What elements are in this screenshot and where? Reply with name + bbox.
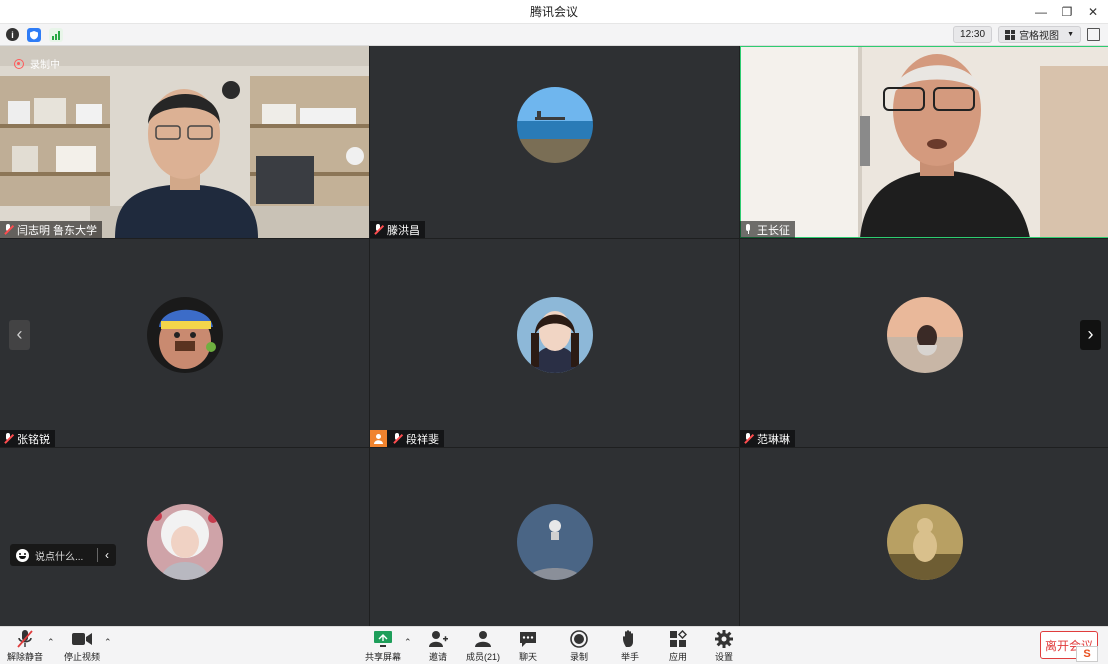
fullscreen-icon[interactable] [1087, 28, 1100, 41]
participant-name-tag: 范琳琳 [740, 430, 795, 447]
emoji-icon[interactable] [16, 548, 29, 562]
chevron-down-icon: ▼ [1067, 31, 1074, 38]
participant-name: 范琳琳 [757, 433, 790, 446]
view-mode-label: 宫格视图 [1019, 31, 1060, 42]
shield-icon[interactable] [27, 27, 41, 42]
apps-button[interactable]: 应用 [655, 629, 701, 663]
participant-name: 张铭锐 [17, 433, 50, 446]
participant-avatar [887, 296, 963, 373]
participant-name: 滕洪昌 [387, 224, 420, 237]
video-tile[interactable] [370, 448, 739, 628]
settings-label: 设置 [714, 652, 733, 662]
settings-button[interactable]: 设置 [701, 629, 747, 663]
chat-quick-input[interactable]: 说点什么... ‹ [10, 544, 116, 566]
bottom-toolbar: 解除静音 ⌃ 停止视频 ⌃ 共享屏幕 ⌃ 邀请 成员(21) 聊天 录制 举手 … [0, 626, 1108, 664]
participant-name-tag: 张铭锐 [0, 430, 55, 447]
video-tile[interactable] [740, 448, 1108, 628]
participant-name: 闫志明 鲁东大学 [17, 224, 98, 237]
unmute-button[interactable]: 解除静音 [2, 629, 48, 663]
video-tile[interactable]: 段祥斐 [370, 239, 739, 447]
record-label: 录制 [569, 652, 588, 662]
participant-name: 段祥斐 [406, 433, 439, 446]
stop-video-label: 停止视频 [63, 652, 100, 662]
chat-icon [519, 629, 537, 649]
chevron-left-icon[interactable]: ‹ [98, 548, 116, 562]
video-tile[interactable] [0, 448, 369, 628]
participant-video [740, 46, 1108, 238]
stop-video-button[interactable]: 停止视频 [59, 629, 105, 663]
video-tile[interactable]: › 范琳琳 [740, 239, 1108, 447]
mic-icon [743, 224, 754, 235]
chevron-up-icon[interactable]: ⌃ [104, 637, 112, 648]
chat-label: 聊天 [518, 652, 537, 662]
record-dot-icon [14, 58, 24, 69]
chevron-up-icon[interactable]: ⌃ [404, 637, 412, 648]
chat-placeholder[interactable]: 说点什么... [35, 548, 83, 563]
restore-icon[interactable]: ❐ [1060, 5, 1074, 19]
share-screen-button[interactable]: 共享屏幕 [360, 629, 406, 663]
participant-avatar [516, 503, 593, 580]
meeting-info-bar: i 12:30 宫格视图 ▼ [0, 24, 1108, 46]
window-title: 腾讯会议 [529, 5, 578, 19]
participant-avatar [146, 503, 223, 580]
gear-icon [715, 629, 733, 649]
share-screen-icon [373, 629, 393, 649]
video-tile[interactable]: 王长征 [740, 46, 1108, 238]
close-icon[interactable]: ✕ [1086, 5, 1100, 19]
video-tile[interactable]: 录制中 闫志明 鲁东大学 [0, 46, 369, 238]
mic-muted-icon [3, 224, 14, 235]
info-icon[interactable]: i [6, 28, 19, 41]
invite-button[interactable]: 邀请 [415, 629, 461, 663]
recording-label: 录制中 [30, 60, 60, 71]
members-icon [473, 629, 493, 649]
participant-name-tag: 闫志明 鲁东大学 [0, 221, 103, 238]
participant-name-tag: 王长征 [740, 221, 795, 238]
host-icon [370, 430, 387, 447]
participant-avatar [516, 296, 593, 373]
previous-page-button[interactable]: ‹ [9, 319, 30, 350]
video-grid: 录制中 闫志明 鲁东大学 滕洪昌 王长征 ‹ 张铭锐 段祥斐 › 范琳琳 [0, 46, 1108, 628]
mic-muted-icon [392, 433, 403, 444]
apps-icon [669, 629, 687, 649]
members-button[interactable]: 成员(21) [460, 629, 506, 663]
next-page-button[interactable]: › [1080, 319, 1101, 350]
participant-avatar [146, 296, 223, 373]
share-screen-label: 共享屏幕 [364, 652, 401, 662]
participant-avatar [887, 503, 963, 580]
participant-name-tag: 滕洪昌 [370, 221, 425, 238]
hand-icon [622, 629, 638, 649]
participant-video [0, 46, 369, 238]
recording-indicator: 录制中 [14, 56, 60, 71]
minimize-icon[interactable]: — [1034, 5, 1048, 19]
unmute-label: 解除静音 [6, 652, 43, 662]
invite-label: 邀请 [428, 652, 447, 662]
participant-avatar [516, 86, 593, 163]
title-bar: 腾讯会议 — ❐ ✕ [0, 0, 1108, 24]
video-tile[interactable]: 滕洪昌 [370, 46, 739, 238]
video-tile[interactable]: ‹ 张铭锐 [0, 239, 369, 447]
meeting-timer: 12:30 [953, 26, 993, 43]
view-mode-button[interactable]: 宫格视图 ▼ [998, 26, 1081, 43]
camera-icon [72, 629, 92, 649]
mic-muted-icon [743, 433, 754, 444]
network-signal-icon[interactable] [49, 27, 63, 42]
apps-label: 应用 [668, 652, 687, 662]
raise-hand-label: 举手 [620, 652, 639, 662]
chat-button[interactable]: 聊天 [505, 629, 551, 663]
participant-name-tag: 段祥斐 [370, 430, 444, 447]
window-controls: — ❐ ✕ [1034, 0, 1100, 24]
grid-view-icon [1005, 29, 1016, 40]
add-user-icon [428, 629, 448, 649]
mic-muted-icon [3, 433, 14, 444]
record-button[interactable]: 录制 [556, 629, 602, 663]
mic-muted-icon [16, 629, 34, 649]
record-icon [570, 629, 588, 649]
mic-muted-icon [373, 224, 384, 235]
members-label: 成员(21) [465, 652, 500, 662]
raise-hand-button[interactable]: 举手 [607, 629, 653, 663]
chevron-up-icon[interactable]: ⌃ [47, 637, 55, 648]
participant-name: 王长征 [757, 224, 790, 237]
input-method-icon[interactable]: S [1076, 646, 1098, 662]
